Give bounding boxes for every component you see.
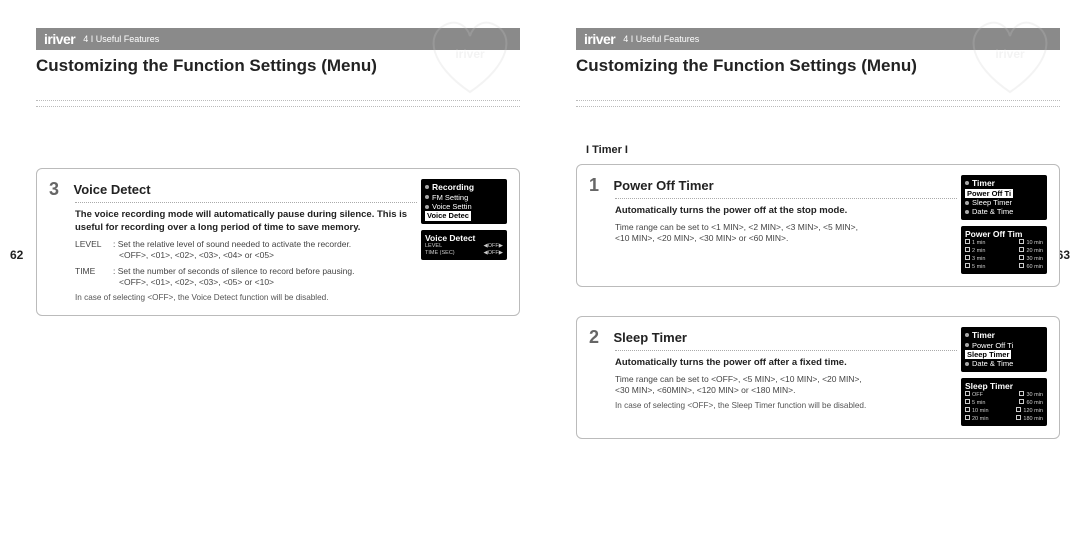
step-note: In case of selecting <OFF>, the Sleep Ti… [615, 401, 957, 410]
brand-logo: iriver [584, 31, 615, 47]
card-body: 3 Voice Detect The voice recording mode … [49, 179, 417, 303]
card-power-off-timer: 1 Power Off Timer Automatically turns th… [576, 164, 1060, 287]
chapter-label: 4 I Useful Features [623, 34, 699, 44]
lcd-menu-timer: Timer Power Off Ti Sleep Timer Date & Ti… [961, 327, 1047, 372]
watermark-heart-icon: iriver [420, 10, 520, 100]
detail-time: TIME: Set the number of seconds of silen… [75, 266, 417, 289]
step-body: Automatically turns the power off at the… [615, 205, 957, 218]
card-screens: Timer Power Off Ti Sleep Timer Date & Ti… [957, 327, 1047, 426]
divider [615, 198, 957, 199]
page-right: iriver 4 I Useful Features iriver Custom… [540, 0, 1080, 540]
step-detail: Time range can be set to <OFF>, <5 MIN>,… [615, 374, 957, 397]
step-heading: Voice Detect [74, 179, 151, 197]
step-body: Automatically turns the power off after … [615, 357, 957, 370]
bullet-icon [965, 333, 969, 337]
brand-logo: iriver [44, 31, 75, 47]
card-voice-detect: 3 Voice Detect The voice recording mode … [36, 168, 520, 316]
lcd-menu-recording: Recording FM Setting Voice Settin Voice … [421, 179, 507, 224]
card-body: 2 Sleep Timer Automatically turns the po… [589, 327, 957, 426]
divider [75, 202, 417, 203]
card-sleep-timer: 2 Sleep Timer Automatically turns the po… [576, 316, 1060, 439]
bullet-icon [965, 210, 969, 214]
lcd-menu-timer: Timer Power Off Ti Sleep Timer Date & Ti… [961, 175, 1047, 220]
page-spread: iriver 4 I Useful Features iriver Custom… [0, 0, 1080, 540]
card-body: 1 Power Off Timer Automatically turns th… [589, 175, 957, 274]
page-title: Customizing the Function Settings (Menu) [576, 56, 917, 76]
detail-level: LEVEL: Set the relative level of sound n… [75, 239, 417, 262]
divider [576, 100, 1060, 101]
bullet-icon [965, 362, 969, 366]
watermark-heart-icon: iriver [960, 10, 1060, 100]
step-body: The voice recording mode will automatica… [75, 209, 417, 235]
divider [36, 100, 520, 101]
step-number: 1 [589, 175, 611, 196]
bullet-icon [965, 343, 969, 347]
bullet-icon [425, 205, 429, 209]
page-title: Customizing the Function Settings (Menu) [36, 56, 377, 76]
step-number: 2 [589, 327, 611, 348]
divider [615, 350, 957, 351]
divider [36, 106, 520, 107]
header-bar: iriver 4 I Useful Features [36, 28, 520, 50]
bullet-icon [425, 185, 429, 189]
step-heading: Sleep Timer [614, 327, 687, 345]
step-heading: Power Off Timer [614, 175, 714, 193]
page-number: 62 [10, 248, 23, 262]
step-number: 3 [49, 179, 71, 200]
chapter-label: 4 I Useful Features [83, 34, 159, 44]
step-detail: Time range can be set to <1 MIN>, <2 MIN… [615, 222, 957, 245]
bullet-icon [965, 181, 969, 185]
card-screens: Recording FM Setting Voice Settin Voice … [417, 179, 507, 303]
header-bar: iriver 4 I Useful Features [576, 28, 1060, 50]
step-note: In case of selecting <OFF>, the Voice De… [75, 293, 417, 302]
bullet-icon [425, 195, 429, 199]
divider [576, 106, 1060, 107]
page-left: iriver 4 I Useful Features iriver Custom… [0, 0, 540, 540]
lcd-power-off-opts: Power Off Tim 1 min10 min 2 min20 min 3 … [961, 226, 1047, 274]
card-screens: Timer Power Off Ti Sleep Timer Date & Ti… [957, 175, 1047, 274]
lcd-voice-detect: Voice Detect LEVEL◀OFF▶ TIME (SEC)◀OFF▶ [421, 230, 507, 260]
bullet-icon [965, 201, 969, 205]
lcd-sleep-opts: Sleep Timer OFF30 min 5 min60 min 10 min… [961, 378, 1047, 426]
section-label-timer: I Timer I [586, 144, 628, 156]
